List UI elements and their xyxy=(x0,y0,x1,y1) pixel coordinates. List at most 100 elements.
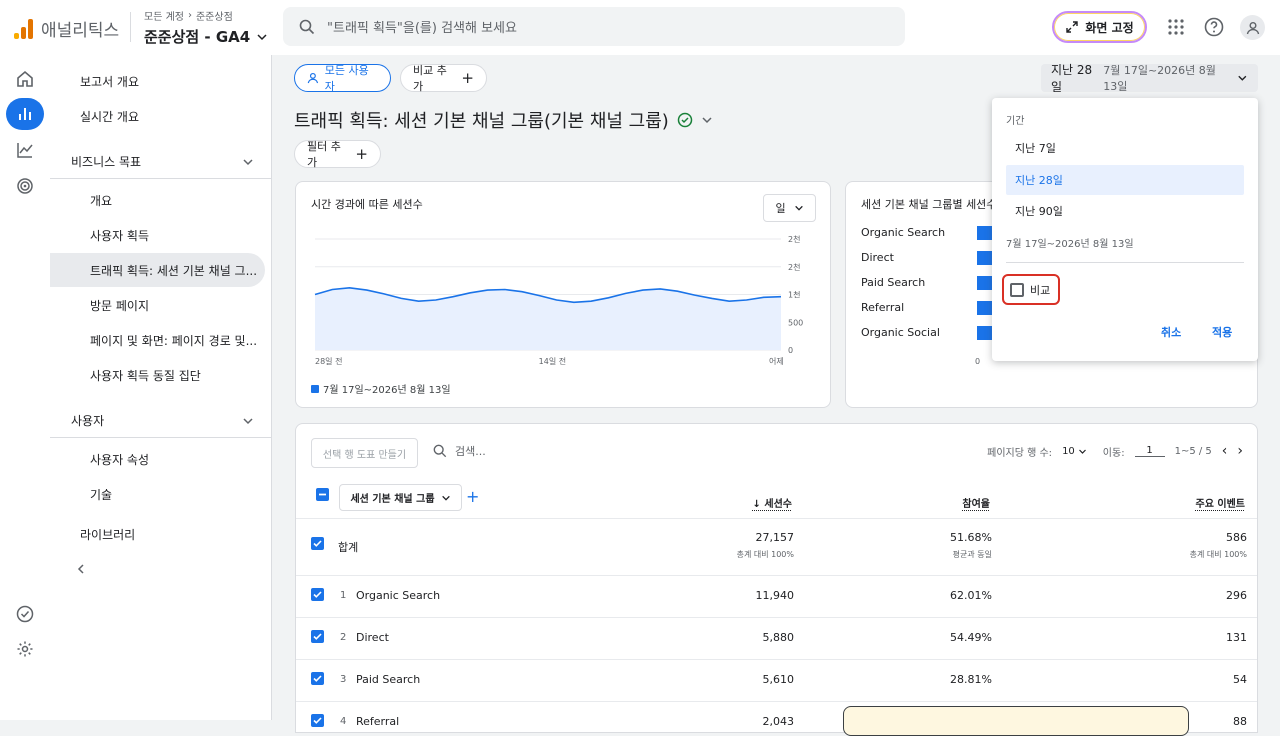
plus-icon: + xyxy=(355,145,368,163)
advertising-icon[interactable] xyxy=(6,170,44,202)
add-comparison-chip[interactable]: 비교 추가 + xyxy=(400,64,487,93)
row-checkbox[interactable] xyxy=(311,714,324,727)
goto-label: 이동: xyxy=(1102,447,1125,459)
compare-checkbox[interactable]: 비교 xyxy=(1002,274,1060,305)
add-comparison-label: 비교 추가 xyxy=(413,64,447,93)
check-icon xyxy=(313,717,322,724)
row-checkbox[interactable] xyxy=(311,537,324,550)
apps-grid-icon[interactable] xyxy=(1164,15,1188,39)
sidebar-item-library[interactable]: 라이브러리 xyxy=(50,517,265,551)
next-page-icon[interactable]: › xyxy=(1237,443,1243,459)
sidebar-item-user-acquisition[interactable]: 사용자 획득 xyxy=(50,218,265,252)
add-filter-chip[interactable]: 필터 추가 + xyxy=(294,140,381,169)
date-range-picker[interactable]: 지난 28일 7월 17일~2026년 8월 13일 xyxy=(1041,63,1258,94)
row-checkbox[interactable] xyxy=(311,630,324,643)
bar-label: Paid Search xyxy=(861,276,926,289)
dimension-select[interactable]: 세션 기본 채널 그룹 xyxy=(339,484,462,511)
prev-page-icon[interactable]: ‹ xyxy=(1222,443,1228,459)
sessions-line-chart: 2천 2천 1천 500 0 28일 전 14일 전 어제 xyxy=(314,234,803,366)
sidebar-section-business-goals[interactable]: 비즈니스 목표 xyxy=(50,145,272,179)
option-last-90-days[interactable]: 지난 90일 xyxy=(1006,196,1244,226)
sidebar-item-pages-screens[interactable]: 페이지 및 화면: 페이지 경로 및... xyxy=(50,323,265,357)
page-title-text: 트래픽 획득: 세션 기본 채널 그룹(기본 채널 그룹) xyxy=(294,111,669,132)
col-header-engagement[interactable]: 참여율 xyxy=(962,495,990,510)
analytics-logo[interactable]: 애널리틱스 xyxy=(14,16,119,41)
sidebar-item-realtime-overview[interactable]: 실시간 개요 xyxy=(50,99,265,133)
y-tick: 2천 xyxy=(788,262,800,272)
sidebar-item-acquisition-cohort[interactable]: 사용자 획득 동질 집단 xyxy=(50,358,265,392)
notification-banner xyxy=(843,706,1189,736)
collapse-sidebar-icon[interactable] xyxy=(75,563,87,578)
table-search[interactable]: 검색... xyxy=(433,443,486,459)
admin-check-icon[interactable] xyxy=(6,598,44,630)
fix-screen-button[interactable]: 화면 고정 xyxy=(1052,11,1147,43)
chevron-down-icon xyxy=(243,417,253,424)
legend-swatch xyxy=(311,384,319,393)
card-title: 세션 기본 채널 그룹별 세션수 xyxy=(861,198,997,211)
row-events: 131 xyxy=(1226,631,1247,644)
explore-icon[interactable] xyxy=(6,134,44,166)
goto-input[interactable]: 1 xyxy=(1134,445,1165,457)
table-total-row: 합계 27,157 총계 대비 100% 51.68% 평균과 동일 586 총… xyxy=(296,518,1257,575)
x-tick: 어제 xyxy=(769,356,784,366)
col-header-sessions[interactable]: ↓ 세션수 xyxy=(753,495,792,510)
compare-label: 비교 xyxy=(1030,283,1051,297)
settings-icon[interactable] xyxy=(6,633,44,665)
chevron-down-icon[interactable] xyxy=(701,114,713,126)
search-placeholder: "트래픽 획득"을(를) 검색해 보세요 xyxy=(327,21,517,36)
option-last-7-days[interactable]: 지난 7일 xyxy=(1006,133,1244,163)
table-row: 1 Organic Search 11,940 62.01% 296 xyxy=(296,575,1257,617)
home-icon[interactable] xyxy=(6,63,44,95)
account-selector[interactable]: 모든 계정 › 준준상점 준준상점 - GA4 xyxy=(144,8,268,47)
row-sessions: 5,610 xyxy=(762,673,795,686)
chevron-down-icon xyxy=(1078,449,1086,454)
bar-label: Organic Search xyxy=(861,226,946,239)
person-icon xyxy=(1246,21,1259,34)
total-events-sub: 총계 대비 100% xyxy=(1189,550,1247,559)
bar-label: Direct xyxy=(861,251,894,264)
sidebar-item-traffic-acquisition[interactable]: 트래픽 획득: 세션 기본 채널 그... xyxy=(50,253,265,287)
help-icon[interactable] xyxy=(1202,15,1226,39)
search-icon xyxy=(299,19,315,34)
reports-icon[interactable] xyxy=(6,98,44,130)
sidebar-item-overview[interactable]: 개요 xyxy=(50,183,265,217)
row-checkbox[interactable] xyxy=(311,672,324,685)
search-bar[interactable]: "트래픽 획득"을(를) 검색해 보세요 xyxy=(283,7,905,46)
sidebar-item-landing-page[interactable]: 방문 페이지 xyxy=(50,288,265,322)
row-engagement: 28.81% xyxy=(950,673,992,686)
y-tick: 500 xyxy=(788,318,803,327)
dropdown-range: 7월 17일~2026년 8월 13일 xyxy=(1006,239,1134,250)
check-icon xyxy=(313,633,322,640)
breadcrumb: 모든 계정 › 준준상점 xyxy=(144,8,268,23)
sidebar-section-users[interactable]: 사용자 xyxy=(50,404,272,438)
bar-label: Organic Social xyxy=(861,326,940,339)
total-events: 586 xyxy=(1226,531,1247,544)
option-last-28-days[interactable]: 지난 28일 xyxy=(1006,165,1244,195)
sidebar-item-report-overview[interactable]: 보고서 개요 xyxy=(50,64,265,98)
row-events: 54 xyxy=(1233,673,1247,686)
nav-rail xyxy=(0,55,50,720)
total-label: 합계 xyxy=(338,541,359,554)
date-range-dropdown: 기간 지난 7일 지난 28일 지난 90일 7월 17일~2026년 8월 1… xyxy=(992,98,1258,361)
page-title: 트래픽 획득: 세션 기본 채널 그룹(기본 채널 그룹) xyxy=(294,107,713,133)
divider xyxy=(1006,262,1244,263)
add-dimension-icon[interactable]: + xyxy=(466,487,479,506)
row-sessions: 5,880 xyxy=(762,631,795,644)
apply-button[interactable]: 적용 xyxy=(1212,324,1232,340)
plus-icon: + xyxy=(461,69,474,87)
breadcrumb-property: 준준상점 xyxy=(195,12,233,23)
check-circle-icon[interactable] xyxy=(677,112,693,128)
col-header-key-events[interactable]: 주요 이벤트 xyxy=(1196,495,1245,510)
sidebar-item-tech[interactable]: 기술 xyxy=(50,477,265,511)
segment-chip[interactable]: 모든 사용자 xyxy=(294,64,391,93)
check-icon xyxy=(313,591,322,598)
table-search-placeholder: 검색... xyxy=(455,445,486,458)
rows-per-page-select[interactable]: 10 xyxy=(1062,446,1087,457)
sidebar-item-user-attributes[interactable]: 사용자 속성 xyxy=(50,442,265,476)
create-chart-button[interactable]: 선택 행 도표 만들기 xyxy=(311,438,418,468)
select-all-checkbox[interactable] xyxy=(316,488,329,501)
account-avatar[interactable] xyxy=(1240,15,1265,40)
row-checkbox[interactable] xyxy=(311,588,324,601)
table-row: 3 Paid Search 5,610 28.81% 54 xyxy=(296,659,1257,701)
cancel-button[interactable]: 취소 xyxy=(1161,324,1181,340)
